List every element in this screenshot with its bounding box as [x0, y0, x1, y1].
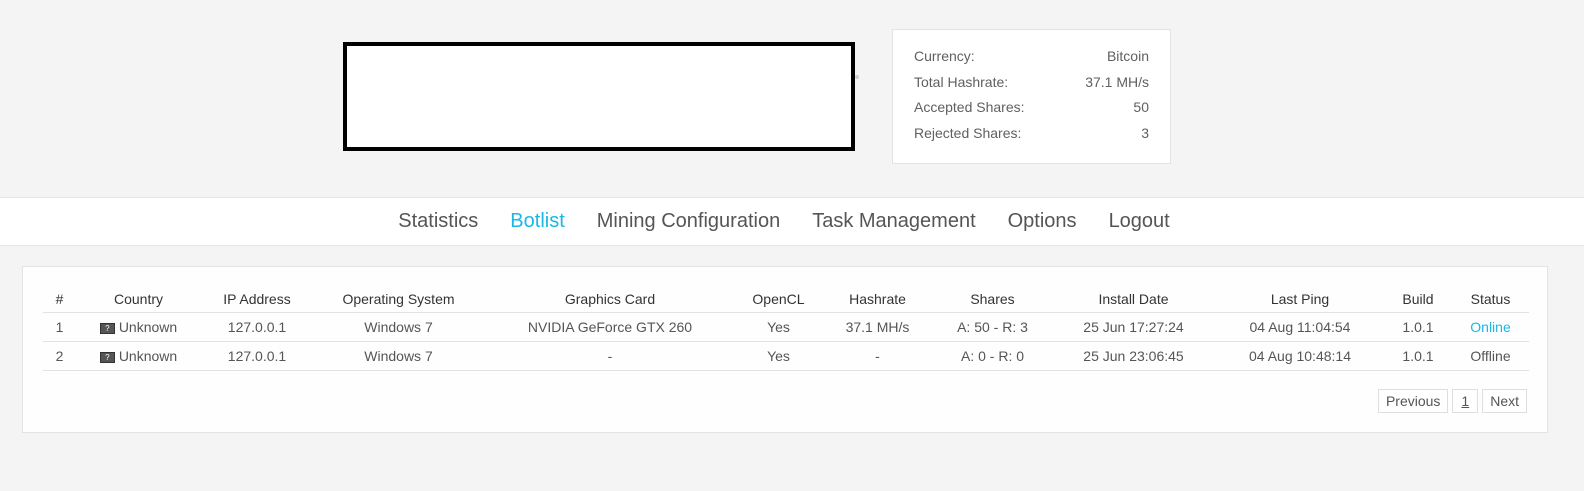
stat-value: 50	[1133, 99, 1149, 116]
table-header-row: # Country IP Address Operating System Gr…	[43, 287, 1529, 313]
cell-status: Online	[1452, 312, 1529, 342]
next-page-button[interactable]: Next	[1482, 389, 1527, 413]
col-shares: Shares	[934, 287, 1051, 313]
col-install-date: Install Date	[1051, 287, 1216, 313]
cell-hashrate: -	[821, 341, 934, 371]
col-ip-address: IP Address	[201, 287, 313, 313]
col-last-ping: Last Ping	[1216, 287, 1384, 313]
col-operating-system: Operating System	[313, 287, 484, 313]
stat-value: Bitcoin	[1106, 48, 1149, 64]
cell-opencl: Yes	[736, 341, 821, 371]
cell-number: 2	[43, 341, 76, 371]
stat-label: Currency:	[914, 48, 975, 64]
nav-botlist[interactable]: Botlist	[494, 210, 580, 233]
nav-task-management[interactable]: Task Management	[796, 210, 991, 233]
cell-country: ? Unknown	[76, 312, 201, 342]
stat-rejected-shares: Rejected Shares: 3	[914, 121, 1149, 147]
nav-mining-configuration[interactable]: Mining Configuration	[581, 210, 796, 233]
nav-options[interactable]: Options	[992, 210, 1093, 233]
cell-hashrate: 37.1 MH/s	[821, 312, 934, 342]
nav-logout[interactable]: Logout	[1093, 210, 1186, 233]
stat-label: Rejected Shares:	[914, 125, 1022, 142]
logo-banner	[343, 42, 855, 151]
stat-label: Accepted Shares:	[914, 99, 1025, 116]
col-country: Country	[76, 287, 201, 313]
cell-shares: A: 50 - R: 3	[934, 312, 1051, 342]
stat-currency: Currency: Bitcoin	[914, 44, 1149, 70]
unknown-flag-icon: ?	[99, 351, 115, 363]
cell-ip: 127.0.0.1	[201, 312, 313, 342]
cell-build: 1.0.1	[1384, 341, 1452, 371]
nav-statistics[interactable]: Statistics	[382, 210, 494, 233]
previous-page-button[interactable]: Previous	[1377, 389, 1449, 413]
col-status: Status	[1452, 287, 1529, 313]
col-number: #	[43, 287, 76, 313]
cell-gpu: NVIDIA GeForce GTX 260	[484, 312, 736, 342]
table-row[interactable]: 1 ? Unknown 127.0.0.1 Windows 7 NVIDIA Ge…	[43, 312, 1529, 342]
logo-shadow	[855, 75, 859, 79]
cell-install-date: 25 Jun 17:27:24	[1051, 312, 1216, 342]
col-graphics-card: Graphics Card	[484, 287, 736, 313]
stat-label: Total Hashrate:	[914, 73, 1009, 90]
stat-value: 37.1 MH/s	[1085, 73, 1149, 90]
cell-os: Windows 7	[313, 341, 484, 371]
pagination: Previous 1 Next	[1377, 389, 1527, 413]
country-name: Unknown	[118, 347, 178, 364]
page-1-button[interactable]: 1	[1452, 389, 1479, 413]
country-name: Unknown	[118, 318, 178, 335]
stat-value: 3	[1141, 125, 1149, 142]
main-nav: Statistics Botlist Mining Configuration …	[0, 197, 1584, 246]
col-opencl: OpenCL	[736, 287, 821, 313]
cell-gpu: -	[484, 341, 736, 371]
stat-accepted-shares: Accepted Shares: 50	[914, 95, 1149, 121]
cell-os: Windows 7	[313, 312, 484, 342]
col-build: Build	[1384, 287, 1452, 313]
cell-country: ? Unknown	[76, 341, 201, 371]
cell-ip: 127.0.0.1	[201, 341, 313, 371]
table-row[interactable]: 2 ? Unknown 127.0.0.1 Windows 7 - Yes - A…	[43, 341, 1529, 371]
cell-last-ping: 04 Aug 10:48:14	[1216, 341, 1384, 371]
cell-status: Offline	[1452, 341, 1529, 371]
cell-shares: A: 0 - R: 0	[934, 341, 1051, 371]
cell-build: 1.0.1	[1384, 312, 1452, 342]
cell-install-date: 25 Jun 23:06:45	[1051, 341, 1216, 371]
cell-last-ping: 04 Aug 11:04:54	[1216, 312, 1384, 342]
col-hashrate: Hashrate	[821, 287, 934, 313]
botlist-panel: # Country IP Address Operating System Gr…	[22, 266, 1548, 433]
cell-number: 1	[43, 312, 76, 342]
stat-total-hashrate: Total Hashrate: 37.1 MH/s	[914, 70, 1149, 96]
botlist-table: # Country IP Address Operating System Gr…	[43, 287, 1529, 371]
stats-panel: Currency: Bitcoin Total Hashrate: 37.1 M…	[892, 29, 1171, 164]
unknown-flag-icon: ?	[99, 322, 115, 334]
cell-opencl: Yes	[736, 312, 821, 342]
